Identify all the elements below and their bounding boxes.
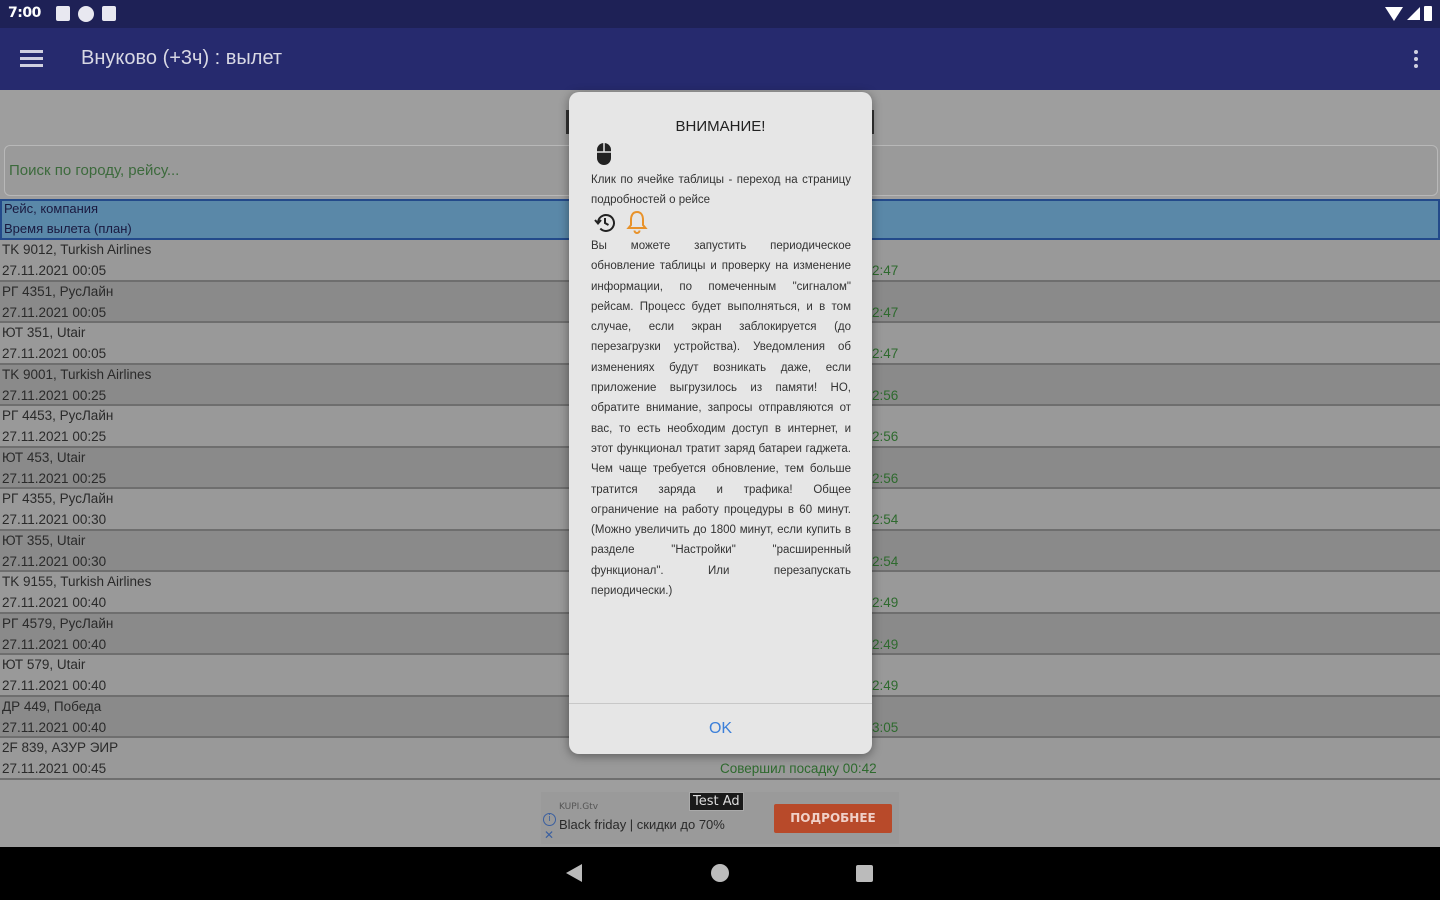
column-header-time: Время вылета (план) [4, 221, 132, 236]
sd-card-icon [102, 6, 116, 21]
departure-time-cell: 27.11.2021 00:25 [2, 429, 107, 444]
history-icon [594, 214, 615, 232]
flight-cell: ЮТ 453, Utair [2, 449, 86, 465]
status-time: 7:00 [8, 5, 41, 21]
status-bar: 7:00 [0, 0, 1440, 28]
departure-time-cell: 27.11.2021 00:25 [2, 470, 107, 486]
departure-time-cell: 27.11.2021 00:05 [2, 304, 107, 320]
menu-icon[interactable] [20, 50, 43, 67]
ad-text: Black friday | скидки до 70% [559, 817, 725, 832]
more-options-icon[interactable] [1414, 50, 1418, 68]
navigation-bar [0, 847, 1440, 900]
dialog-text-periodic-update: Вы можете запустить периодическое обновл… [591, 240, 851, 598]
departure-time-cell: 27.11.2021 00:30 [2, 512, 107, 527]
mouse-icon [597, 143, 611, 165]
status-cell: 2:47 [872, 263, 899, 278]
dialog-title: ВНИМАНИЕ! [675, 118, 766, 135]
ad-info-icon[interactable]: i [543, 813, 556, 826]
flight-cell: РГ 4453, РусЛайн [2, 408, 114, 423]
flight-cell: РГ 4579, РусЛайн [2, 615, 114, 631]
flight-cell: ДР 449, Победа [2, 698, 102, 714]
flight-cell: TK 9001, Turkish Airlines [2, 366, 152, 382]
departure-time-cell: 27.11.2021 00:05 [2, 263, 107, 278]
status-cell: 2:54 [872, 553, 899, 569]
flight-cell: 2F 839, АЗУР ЭИР [2, 740, 119, 755]
flight-cell: РГ 4351, РусЛайн [2, 283, 114, 299]
status-cell: 2:56 [872, 470, 899, 486]
test-ad-badge: Test Ad [689, 792, 744, 811]
notification-icons [56, 6, 116, 22]
departure-time-cell: 27.11.2021 00:45 [2, 761, 107, 776]
ad-banner[interactable]: i ✕ KUPI.Gtv Black friday | скидки до 70… [541, 792, 899, 844]
ad-close-icon[interactable]: ✕ [544, 828, 554, 842]
recent-apps-icon[interactable] [856, 865, 873, 882]
status-cell: 2:49 [872, 678, 899, 693]
status-cell: 2:54 [872, 512, 899, 527]
back-icon[interactable] [566, 864, 582, 882]
flight-cell: ЮТ 579, Utair [2, 657, 86, 672]
attention-dialog: ВНИМАНИЕ! Клик по ячейке таблицы - перех… [569, 92, 872, 754]
dialog-text-click-hint: Клик по ячейке таблицы - переход на стра… [591, 174, 851, 207]
status-cell: 2:49 [872, 636, 899, 652]
status-cell: 2:47 [872, 346, 899, 361]
flight-cell: ЮТ 351, Utair [2, 325, 86, 340]
status-cell: 2:49 [872, 595, 899, 610]
signal-icon [1407, 7, 1420, 20]
departure-time-cell: 27.11.2021 00:40 [2, 595, 107, 610]
ok-button[interactable]: OK [569, 704, 872, 754]
flight-cell: TK 9012, Turkish Airlines [2, 242, 152, 257]
departure-time-cell: 27.11.2021 00:40 [2, 719, 107, 735]
search-placeholder: Поиск по городу, рейсу... [9, 162, 180, 179]
ad-details-button[interactable]: ПОДРОБНЕЕ [774, 804, 892, 833]
system-icons [1385, 6, 1432, 21]
status-cell: Совершил посадку 00:42 [720, 761, 877, 776]
status-cell: 2:56 [872, 387, 899, 403]
departure-time-cell: 27.11.2021 00:40 [2, 678, 107, 693]
flight-cell: ЮТ 355, Utair [2, 532, 86, 548]
ad-site: KUPI.Gtv [559, 802, 599, 812]
departure-time-cell: 27.11.2021 00:30 [2, 553, 107, 569]
notification-icon [78, 6, 94, 22]
status-cell: 2:47 [872, 304, 899, 320]
notification-icon [56, 6, 70, 21]
flight-cell: TK 9155, Turkish Airlines [2, 574, 152, 589]
departure-time-cell: 27.11.2021 00:25 [2, 387, 107, 403]
status-cell: 2:56 [872, 429, 899, 444]
home-icon[interactable] [711, 864, 729, 882]
column-header-flight: Рейс, компания [4, 201, 99, 216]
status-cell: 3:05 [872, 719, 899, 735]
departure-time-cell: 27.11.2021 00:40 [2, 636, 107, 652]
flight-cell: РГ 4355, РусЛайн [2, 491, 114, 506]
battery-icon [1424, 6, 1432, 21]
bell-icon [626, 210, 648, 234]
departure-time-cell: 27.11.2021 00:05 [2, 346, 107, 361]
page-title: Внуково (+3ч) : вылет [81, 47, 283, 69]
wifi-icon [1385, 6, 1403, 21]
app-bar: Внуково (+3ч) : вылет [0, 28, 1440, 90]
